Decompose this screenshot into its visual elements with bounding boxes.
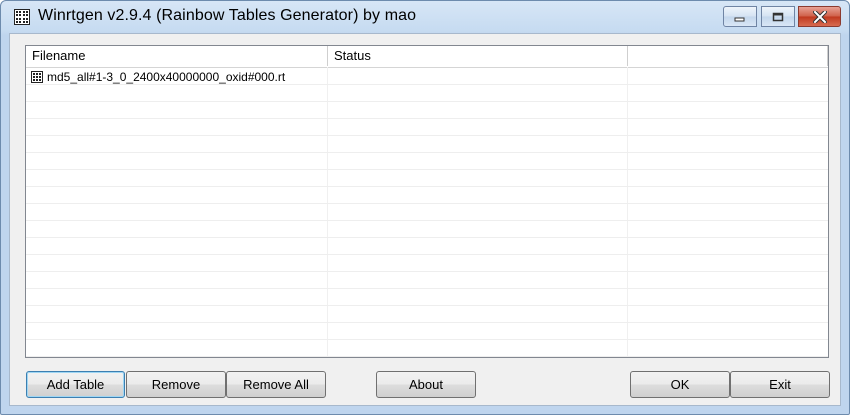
filename-cell: md5_all#1-3_0_2400x40000000_oxid#000.rt <box>47 70 286 84</box>
table-row <box>26 153 828 170</box>
close-button[interactable] <box>798 6 841 27</box>
table-row <box>26 187 828 204</box>
table-row <box>26 119 828 136</box>
maximize-button[interactable] <box>761 6 795 27</box>
table-row <box>26 221 828 238</box>
column-header-filename[interactable]: Filename <box>26 46 328 66</box>
column-header-extra[interactable] <box>628 46 828 66</box>
table-row <box>26 340 828 357</box>
minimize-button[interactable] <box>723 6 757 27</box>
app-window: Winrtgen v2.9.4 (Rainbow Tables Generato… <box>0 0 850 415</box>
table-row <box>26 170 828 187</box>
remove-button[interactable]: Remove <box>126 371 226 398</box>
title-bar[interactable]: Winrtgen v2.9.4 (Rainbow Tables Generato… <box>1 1 849 33</box>
table-row <box>26 204 828 221</box>
tables-list[interactable]: Filename Status md5_all#1-3_0_2400x40000… <box>25 45 829 358</box>
table-file-icon <box>31 71 43 83</box>
close-icon <box>812 10 827 23</box>
table-row <box>26 323 828 340</box>
client-area: Filename Status md5_all#1-3_0_2400x40000… <box>9 33 841 406</box>
table-row <box>26 289 828 306</box>
table-row <box>26 306 828 323</box>
minimize-icon <box>734 17 745 21</box>
table-row <box>26 255 828 272</box>
column-header-status[interactable]: Status <box>328 46 628 66</box>
grid-app-icon[interactable] <box>14 9 30 25</box>
maximize-icon <box>772 12 784 21</box>
list-item[interactable]: md5_all#1-3_0_2400x40000000_oxid#000.rt <box>31 69 285 85</box>
window-title: Winrtgen v2.9.4 (Rainbow Tables Generato… <box>38 7 417 24</box>
table-row <box>26 136 828 153</box>
exit-button[interactable]: Exit <box>730 371 830 398</box>
table-row <box>26 85 828 102</box>
table-row <box>26 102 828 119</box>
ok-button[interactable]: OK <box>630 371 730 398</box>
table-row <box>26 238 828 255</box>
add-table-button[interactable]: Add Table <box>26 371 125 398</box>
table-row <box>26 272 828 289</box>
about-button[interactable]: About <box>376 371 476 398</box>
list-header: Filename Status <box>26 46 828 68</box>
remove-all-button[interactable]: Remove All <box>226 371 326 398</box>
